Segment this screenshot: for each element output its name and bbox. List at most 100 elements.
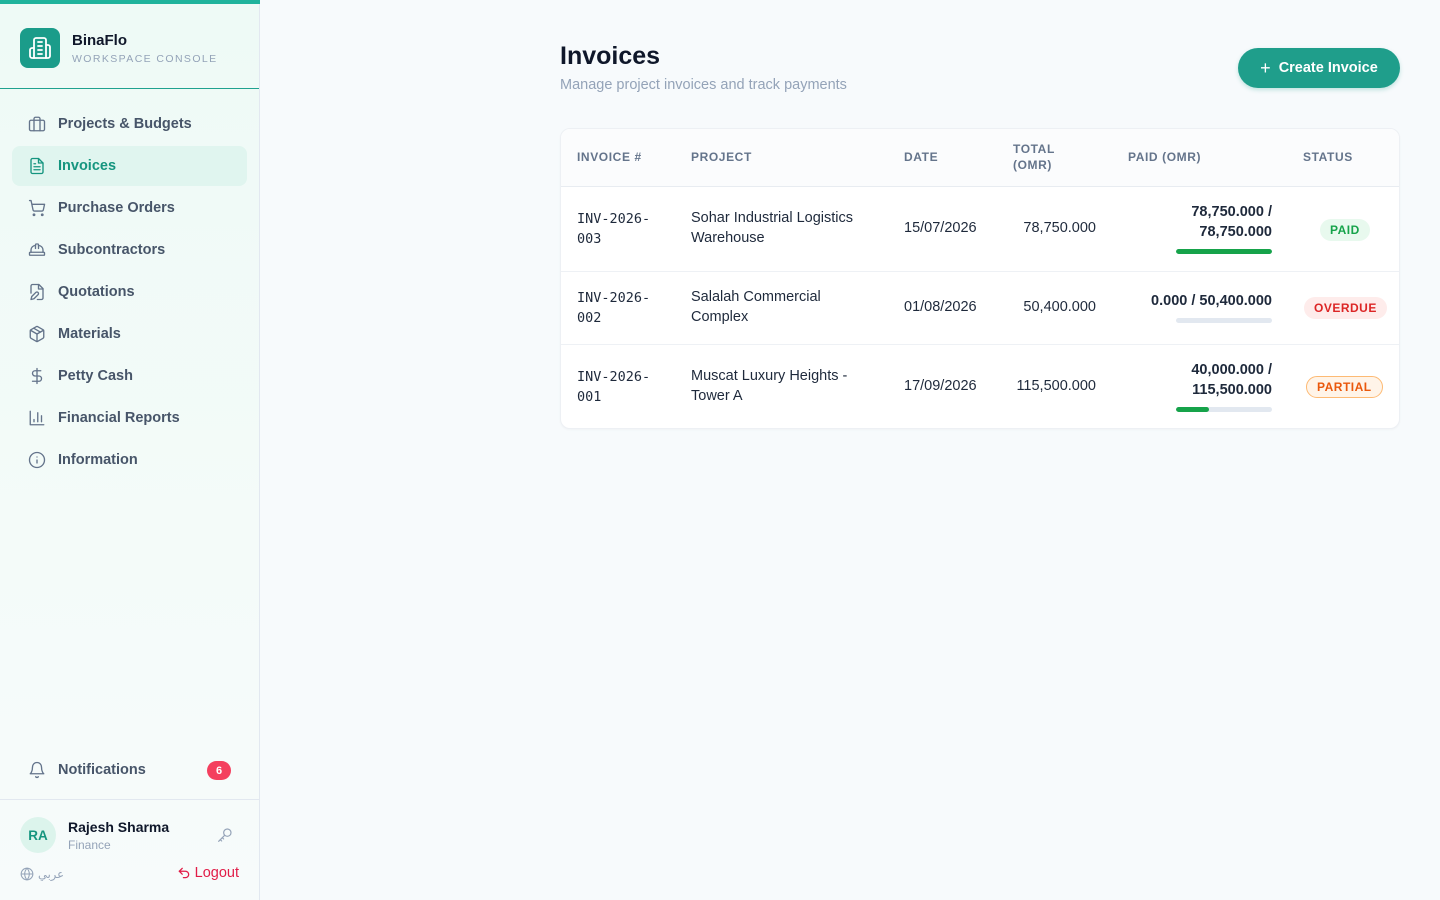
paid-amount-line: 40,000.000 / — [1191, 362, 1272, 378]
paid-amount-line: 0.000 / 50,400.000 — [1151, 293, 1272, 309]
status-badge: OVERDUE — [1304, 297, 1387, 319]
sidebar-item-label: Petty Cash — [58, 368, 133, 384]
globe-icon — [20, 867, 34, 881]
avatar: RA — [20, 817, 56, 853]
paid-amount-line: 115,500.000 — [1192, 382, 1272, 398]
sidebar-item-label: Invoices — [58, 158, 117, 174]
language-toggle[interactable]: عربي — [20, 867, 64, 881]
invoice-total: 78,750.000 — [1023, 220, 1096, 236]
sidebar-nav: Projects & Budgets Invoices Purchase Ord… — [12, 104, 247, 482]
sidebar-item-label: Financial Reports — [58, 410, 180, 426]
notification-count-badge: 6 — [207, 761, 231, 780]
sidebar-item-label: Materials — [58, 326, 121, 342]
brand-subtitle: WORKSPACE CONSOLE — [72, 53, 218, 65]
invoices-table: INVOICE # PROJECT DATE TOTAL (OMR) PAID … — [560, 128, 1400, 429]
payment-progress-bar — [1176, 249, 1272, 254]
invoice-paid: 78,750.000 / 78,750.000 — [1122, 202, 1272, 242]
bar-chart-icon — [28, 409, 46, 427]
language-label: عربي — [38, 869, 64, 881]
project-name-line: Complex — [691, 309, 749, 325]
sidebar: BinaFlo WORKSPACE CONSOLE Projects & Bud… — [0, 0, 260, 900]
sidebar-item-invoices[interactable]: Invoices — [12, 146, 247, 186]
invoice-number-line: INV-2026- — [577, 369, 651, 385]
bell-icon — [28, 761, 46, 779]
column-header-paid: PAID (OMR) — [1128, 150, 1202, 164]
payment-progress-fill — [1176, 407, 1210, 412]
sidebar-item-petty-cash[interactable]: Petty Cash — [12, 356, 247, 396]
project-name-line: Sohar Industrial Logistics — [691, 210, 853, 226]
invoice-total: 50,400.000 — [1023, 299, 1096, 315]
invoice-number-line: 003 — [577, 231, 602, 247]
project-name-line: Tower A — [691, 388, 743, 404]
paid-amount-line: 78,750.000 / — [1191, 204, 1272, 220]
table-row[interactable]: INV-2026- 001 Muscat Luxury Heights - To… — [561, 345, 1399, 428]
page-subtitle: Manage project invoices and track paymen… — [560, 77, 847, 93]
invoice-number-line: 002 — [577, 310, 602, 326]
table-row[interactable]: INV-2026- 003 Sohar Industrial Logistics… — [561, 187, 1399, 272]
user-role: Finance — [68, 838, 111, 852]
sidebar-item-quotations[interactable]: Quotations — [12, 272, 247, 312]
payment-progress-fill — [1176, 249, 1272, 254]
invoice-number: INV-2026- 003 — [577, 209, 650, 249]
hard-hat-icon — [28, 241, 46, 259]
project-name: Salalah Commercial Complex — [691, 287, 821, 327]
table-header: INVOICE # PROJECT DATE TOTAL (OMR) PAID … — [561, 129, 1399, 187]
sidebar-item-label: Subcontractors — [58, 242, 166, 258]
sidebar-item-purchase-orders[interactable]: Purchase Orders — [12, 188, 247, 228]
building-logo-icon — [20, 28, 60, 68]
invoice-number: INV-2026- 001 — [577, 367, 650, 407]
invoice-paid: 40,000.000 / 115,500.000 — [1122, 360, 1272, 400]
sidebar-item-notifications[interactable]: Notifications 6 — [12, 750, 247, 790]
payment-progress-bar — [1176, 407, 1272, 412]
sidebar-item-projects[interactable]: Projects & Budgets — [12, 104, 247, 144]
column-header-total: TOTAL (OMR) — [1013, 142, 1055, 172]
invoice-date: 17/09/2026 — [904, 378, 977, 394]
table-row[interactable]: INV-2026- 002 Salalah Commercial Complex… — [561, 272, 1399, 345]
create-invoice-label: Create Invoice — [1278, 60, 1378, 76]
invoice-date: 15/07/2026 — [904, 220, 977, 236]
invoice-total: 115,500.000 — [1016, 378, 1096, 394]
file-text-icon — [28, 157, 46, 175]
plus-icon: + — [1260, 58, 1271, 78]
sidebar-item-label: Information — [58, 452, 138, 468]
status-badge: PARTIAL — [1306, 376, 1383, 398]
logout-label: Logout — [194, 865, 239, 881]
package-icon — [28, 325, 46, 343]
invoice-number: INV-2026- 002 — [577, 288, 650, 328]
logout-arrow-icon — [178, 867, 189, 879]
sidebar-item-materials[interactable]: Materials — [12, 314, 247, 354]
invoice-number-line: INV-2026- — [577, 211, 651, 227]
project-name-line: Warehouse — [691, 230, 765, 246]
sidebar-item-subcontractors[interactable]: Subcontractors — [12, 230, 247, 270]
sidebar-item-information[interactable]: Information — [12, 440, 247, 480]
invoice-date: 01/08/2026 — [904, 299, 977, 315]
user-panel: RA Rajesh Sharma Finance عربي Logout — [0, 799, 259, 900]
sidebar-item-financial-reports[interactable]: Financial Reports — [12, 398, 247, 438]
project-name: Sohar Industrial Logistics Warehouse — [691, 208, 853, 248]
project-name-line: Muscat Luxury Heights - — [691, 368, 848, 384]
logout-button[interactable]: Logout — [177, 865, 239, 881]
edit-file-icon — [28, 283, 46, 301]
payment-progress-bar — [1176, 318, 1272, 323]
project-name-line: Salalah Commercial — [691, 289, 821, 305]
page-title: Invoices — [560, 42, 661, 70]
project-name: Muscat Luxury Heights - Tower A — [691, 366, 847, 406]
brand-header: BinaFlo WORKSPACE CONSOLE — [0, 4, 259, 89]
create-invoice-button[interactable]: + Create Invoice — [1238, 48, 1400, 88]
column-header-date: DATE — [904, 150, 939, 164]
column-header-status: STATUS — [1303, 150, 1353, 164]
invoice-paid: 0.000 / 50,400.000 — [1122, 291, 1272, 311]
change-password-key-icon[interactable] — [215, 825, 235, 845]
sidebar-item-label: Quotations — [58, 284, 135, 300]
user-name: Rajesh Sharma — [68, 819, 170, 835]
cart-icon — [28, 199, 46, 217]
notifications-label: Notifications — [58, 762, 146, 778]
paid-amount-line: 78,750.000 — [1199, 224, 1272, 240]
sidebar-item-label: Purchase Orders — [58, 200, 175, 216]
status-badge: PAID — [1320, 219, 1370, 241]
column-header-invoice: INVOICE # — [577, 150, 642, 164]
invoice-number-line: INV-2026- — [577, 290, 651, 306]
info-icon — [28, 451, 46, 469]
column-header-project: PROJECT — [691, 150, 752, 164]
invoice-number-line: 001 — [577, 389, 602, 405]
